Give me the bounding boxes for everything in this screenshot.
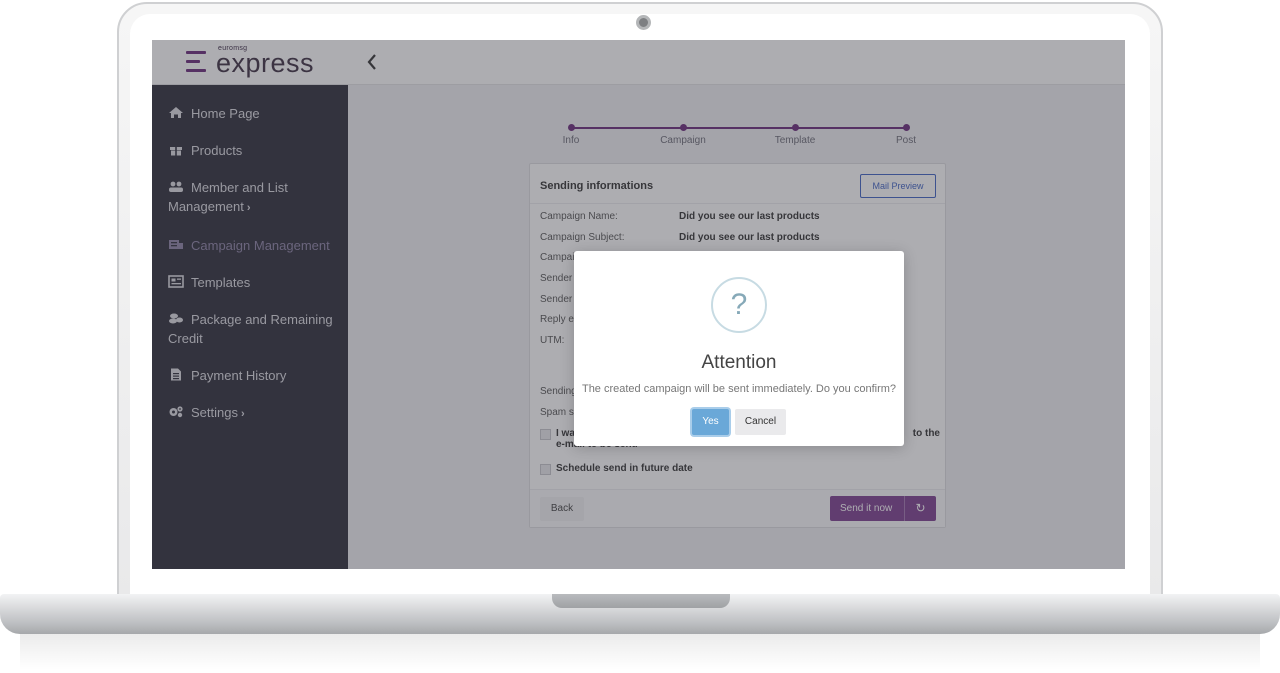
question-icon: ? bbox=[711, 277, 767, 333]
yes-button[interactable]: Yes bbox=[692, 409, 729, 435]
dialog-message: The created campaign will be sent immedi… bbox=[581, 383, 897, 395]
app-screen: euromsg express Home Page Products Membe… bbox=[152, 40, 1125, 569]
dialog-buttons: Yes Cancel bbox=[574, 409, 904, 435]
camera-icon bbox=[636, 15, 651, 30]
dialog-title: Attention bbox=[701, 352, 777, 373]
cancel-button[interactable]: Cancel bbox=[735, 409, 786, 435]
laptop-mockup: euromsg express Home Page Products Membe… bbox=[0, 0, 1280, 673]
laptop-shadow bbox=[20, 634, 1260, 670]
laptop-notch bbox=[552, 594, 730, 608]
confirm-dialog: ? Attention The created campaign will be… bbox=[574, 251, 904, 446]
